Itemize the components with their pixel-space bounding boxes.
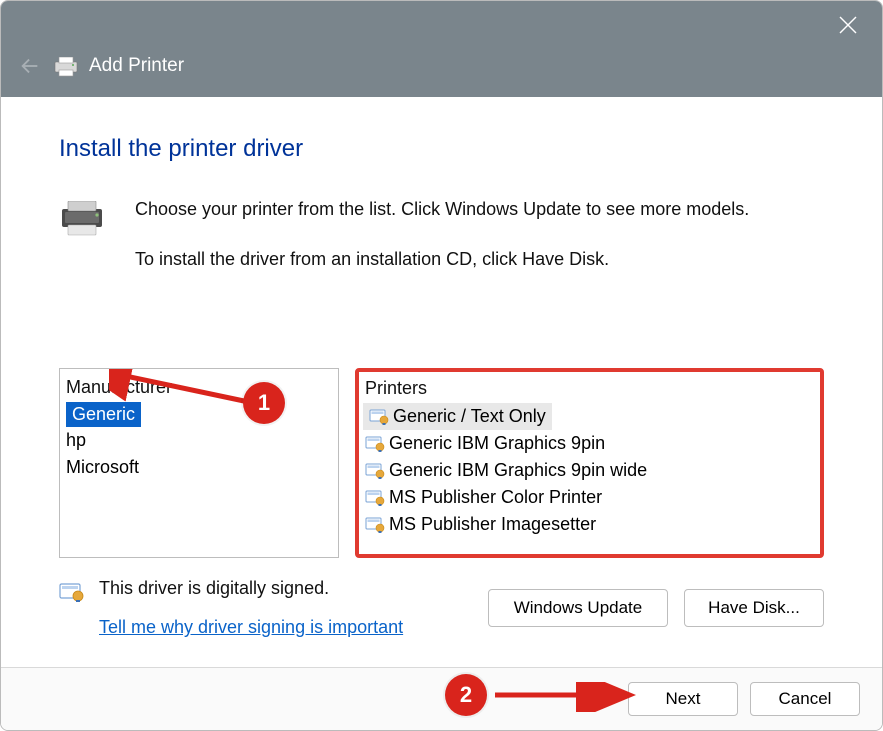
back-arrow-icon	[19, 55, 41, 77]
manufacturer-header: Manufacturer	[60, 375, 338, 402]
add-printer-dialog: Add Printer Install the printer driver C…	[0, 0, 883, 731]
printers-listbox[interactable]: Printers Generic / Text Only Generic IBM …	[355, 368, 824, 558]
close-icon[interactable]	[836, 13, 860, 37]
page-title: Add Printer	[89, 55, 184, 77]
heading: Install the printer driver	[59, 135, 824, 163]
printer-item[interactable]: Generic / Text Only	[363, 403, 552, 430]
printers-header: Printers	[359, 376, 820, 403]
printer-item-label: Generic IBM Graphics 9pin	[389, 433, 605, 454]
cert-icon	[365, 436, 385, 452]
printer-illustration-icon	[59, 201, 105, 237]
annotation-circle-2: 2	[445, 674, 487, 716]
content-area: Install the printer driver Choose your p…	[1, 97, 882, 667]
cert-icon	[365, 517, 385, 533]
signed-text: This driver is digitally signed.	[99, 578, 403, 599]
printers-list: Generic / Text Only Generic IBM Graphics …	[359, 403, 820, 538]
annotation-circle-1: 1	[243, 382, 285, 424]
manufacturer-item[interactable]: Generic	[66, 402, 141, 427]
manufacturer-item[interactable]: Microsoft	[60, 454, 338, 481]
manufacturer-listbox[interactable]: Manufacturer GenerichpMicrosoft	[59, 368, 339, 558]
cancel-button[interactable]: Cancel	[750, 682, 860, 716]
printer-item[interactable]: MS Publisher Color Printer	[359, 484, 820, 511]
printer-item-label: Generic IBM Graphics 9pin wide	[389, 460, 647, 481]
have-disk-button[interactable]: Have Disk...	[684, 589, 824, 627]
cert-icon	[365, 463, 385, 479]
manufacturer-item[interactable]: hp	[60, 427, 338, 454]
cert-icon	[59, 582, 85, 602]
manufacturer-list: GenerichpMicrosoft	[60, 402, 338, 481]
windows-update-button[interactable]: Windows Update	[488, 589, 668, 627]
signing-important-link[interactable]: Tell me why driver signing is important	[99, 617, 403, 638]
next-button[interactable]: Next	[628, 682, 738, 716]
printer-item[interactable]: Generic IBM Graphics 9pin wide	[359, 457, 820, 484]
printer-icon	[53, 57, 79, 77]
printer-item-label: Generic / Text Only	[393, 406, 546, 427]
printer-item[interactable]: Generic IBM Graphics 9pin	[359, 430, 820, 457]
printer-item[interactable]: MS Publisher Imagesetter	[359, 511, 820, 538]
annotation-arrow-2	[491, 682, 641, 712]
titlebar: Add Printer	[1, 1, 882, 97]
footer: Next Cancel 2	[1, 667, 882, 730]
description-line-2: To install the driver from an installati…	[135, 249, 749, 271]
cert-icon	[365, 490, 385, 506]
cert-icon	[369, 409, 389, 425]
description-text: Choose your printer from the list. Click…	[135, 199, 749, 298]
printer-item-label: MS Publisher Color Printer	[389, 487, 602, 508]
printer-item-label: MS Publisher Imagesetter	[389, 514, 596, 535]
description-line-1: Choose your printer from the list. Click…	[135, 199, 749, 221]
